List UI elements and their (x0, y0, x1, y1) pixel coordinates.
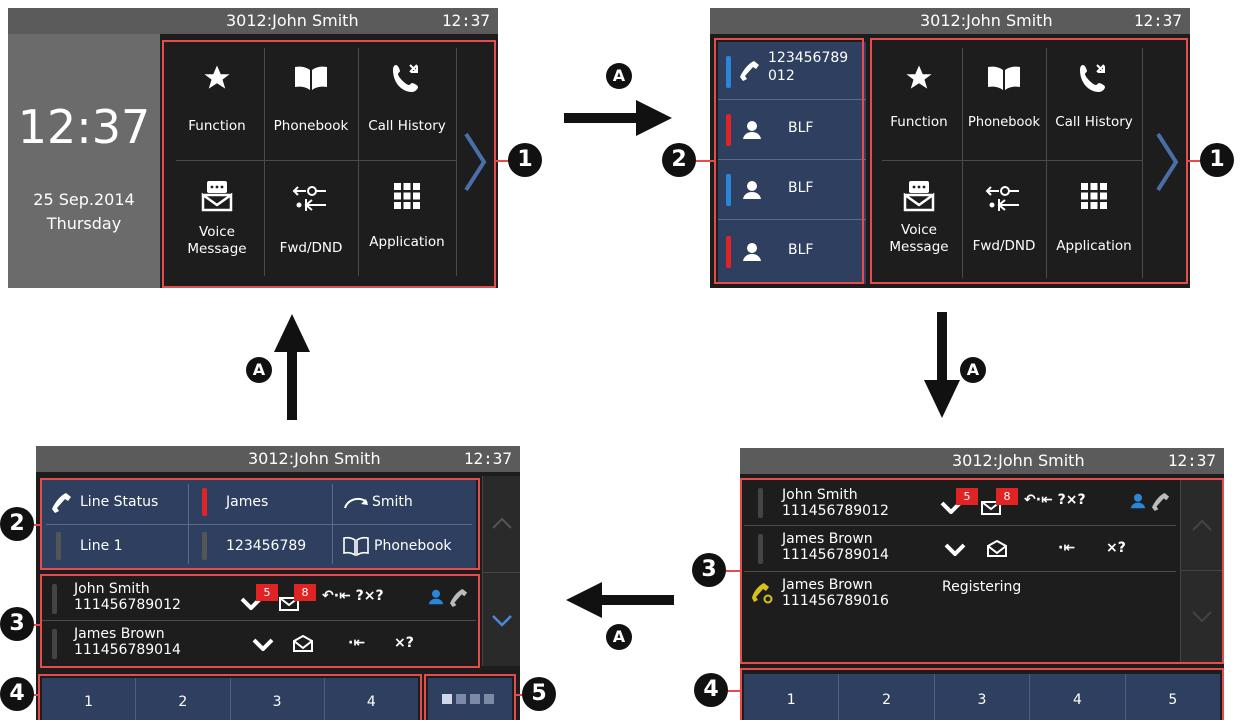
highlight-line-list (40, 574, 480, 668)
callout-4: 4 (0, 677, 34, 711)
clock-date: 25 Sep.2014 (33, 190, 135, 209)
status-bar: 3012:John Smith 12:37 (740, 448, 1224, 474)
status-time: 12:37 (1167, 451, 1216, 470)
scroll-up-icon[interactable] (491, 516, 513, 530)
arrow-up (274, 314, 310, 420)
status-user: 3012:John Smith (226, 11, 359, 30)
callout-a: A (246, 357, 272, 383)
clock-time: 12:37 (17, 100, 151, 154)
highlight-blf-panel (714, 38, 864, 284)
callout-a: A (960, 357, 986, 383)
highlight-menu-grid (162, 40, 496, 288)
callout-3: 3 (692, 553, 726, 587)
status-bar: 3012:John Smith 12:37 (36, 446, 520, 472)
highlight-page-indicator (424, 674, 516, 720)
status-user: 3012:John Smith (952, 451, 1085, 470)
status-time: 12:37 (463, 449, 512, 468)
clock-panel: 12:37 25 Sep.2014 Thursday (8, 34, 160, 288)
scroll-down-icon[interactable] (491, 614, 513, 628)
callout-2: 2 (662, 143, 696, 177)
status-time: 12:37 (1133, 11, 1182, 30)
callout-2: 2 (0, 507, 34, 541)
highlight-line-list (740, 478, 1224, 664)
highlight-fkey-bar (740, 668, 1224, 720)
highlight-fkey-bar (38, 674, 422, 720)
status-user: 3012:John Smith (248, 449, 381, 468)
arrow-right (564, 100, 672, 136)
arrow-left (566, 582, 674, 618)
callout-1: 1 (508, 143, 542, 177)
highlight-menu-grid (870, 38, 1188, 284)
callout-5: 5 (522, 677, 556, 711)
status-bar: 3012:John Smith 12:37 (710, 8, 1190, 34)
scroll-column[interactable] (482, 476, 520, 666)
clock-weekday: Thursday (46, 214, 122, 233)
status-time: 12:37 (441, 11, 490, 30)
callout-4: 4 (694, 673, 728, 707)
callout-3: 3 (0, 607, 34, 641)
arrow-down (924, 312, 960, 418)
callout-1: 1 (1200, 143, 1234, 177)
status-user: 3012:John Smith (920, 11, 1053, 30)
callout-a: A (606, 624, 632, 650)
highlight-key-panel (40, 478, 480, 570)
callout-a: A (606, 63, 632, 89)
status-bar: 3012:John Smith 12:37 (8, 8, 498, 34)
